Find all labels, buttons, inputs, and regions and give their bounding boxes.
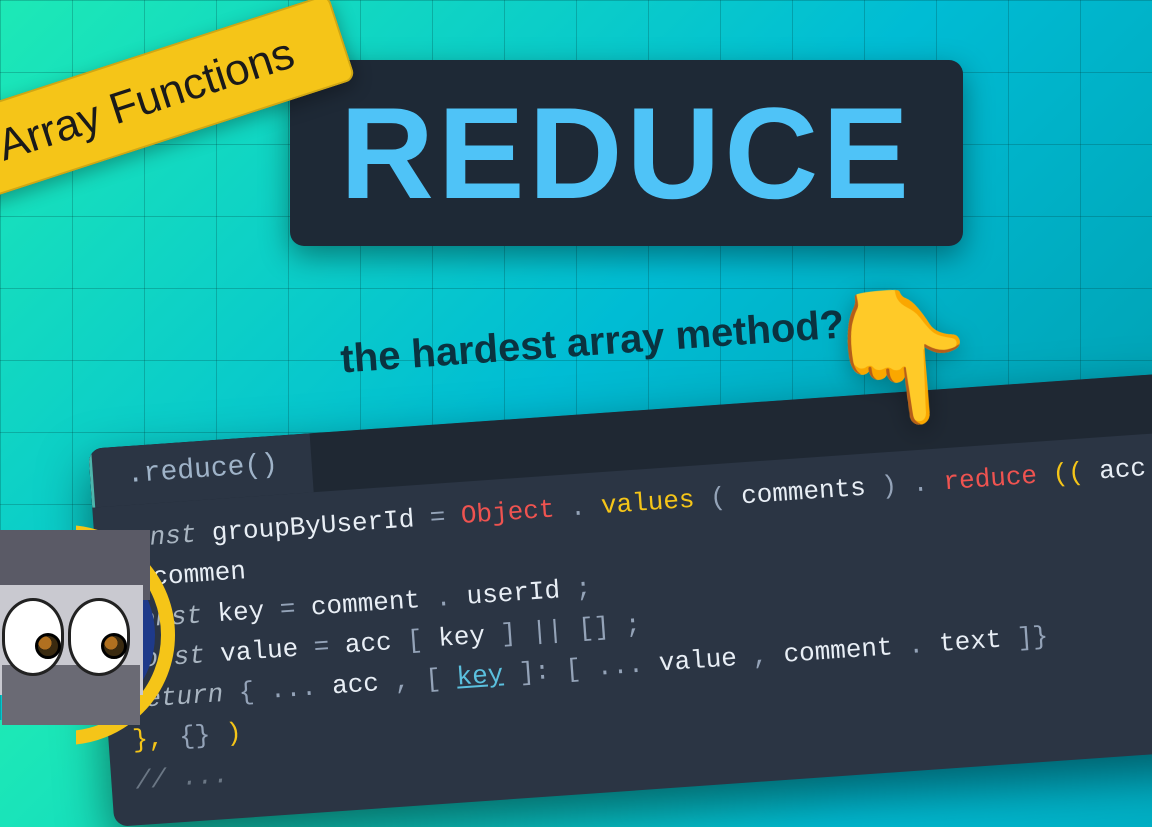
- pointing-down-icon: 👇: [814, 273, 989, 440]
- code-editor-card: .reduce() const groupByUserId = Object .…: [88, 372, 1152, 827]
- title-text: REDUCE: [340, 80, 913, 226]
- title-card: REDUCE: [290, 60, 963, 246]
- avatar-mascot: [0, 530, 180, 740]
